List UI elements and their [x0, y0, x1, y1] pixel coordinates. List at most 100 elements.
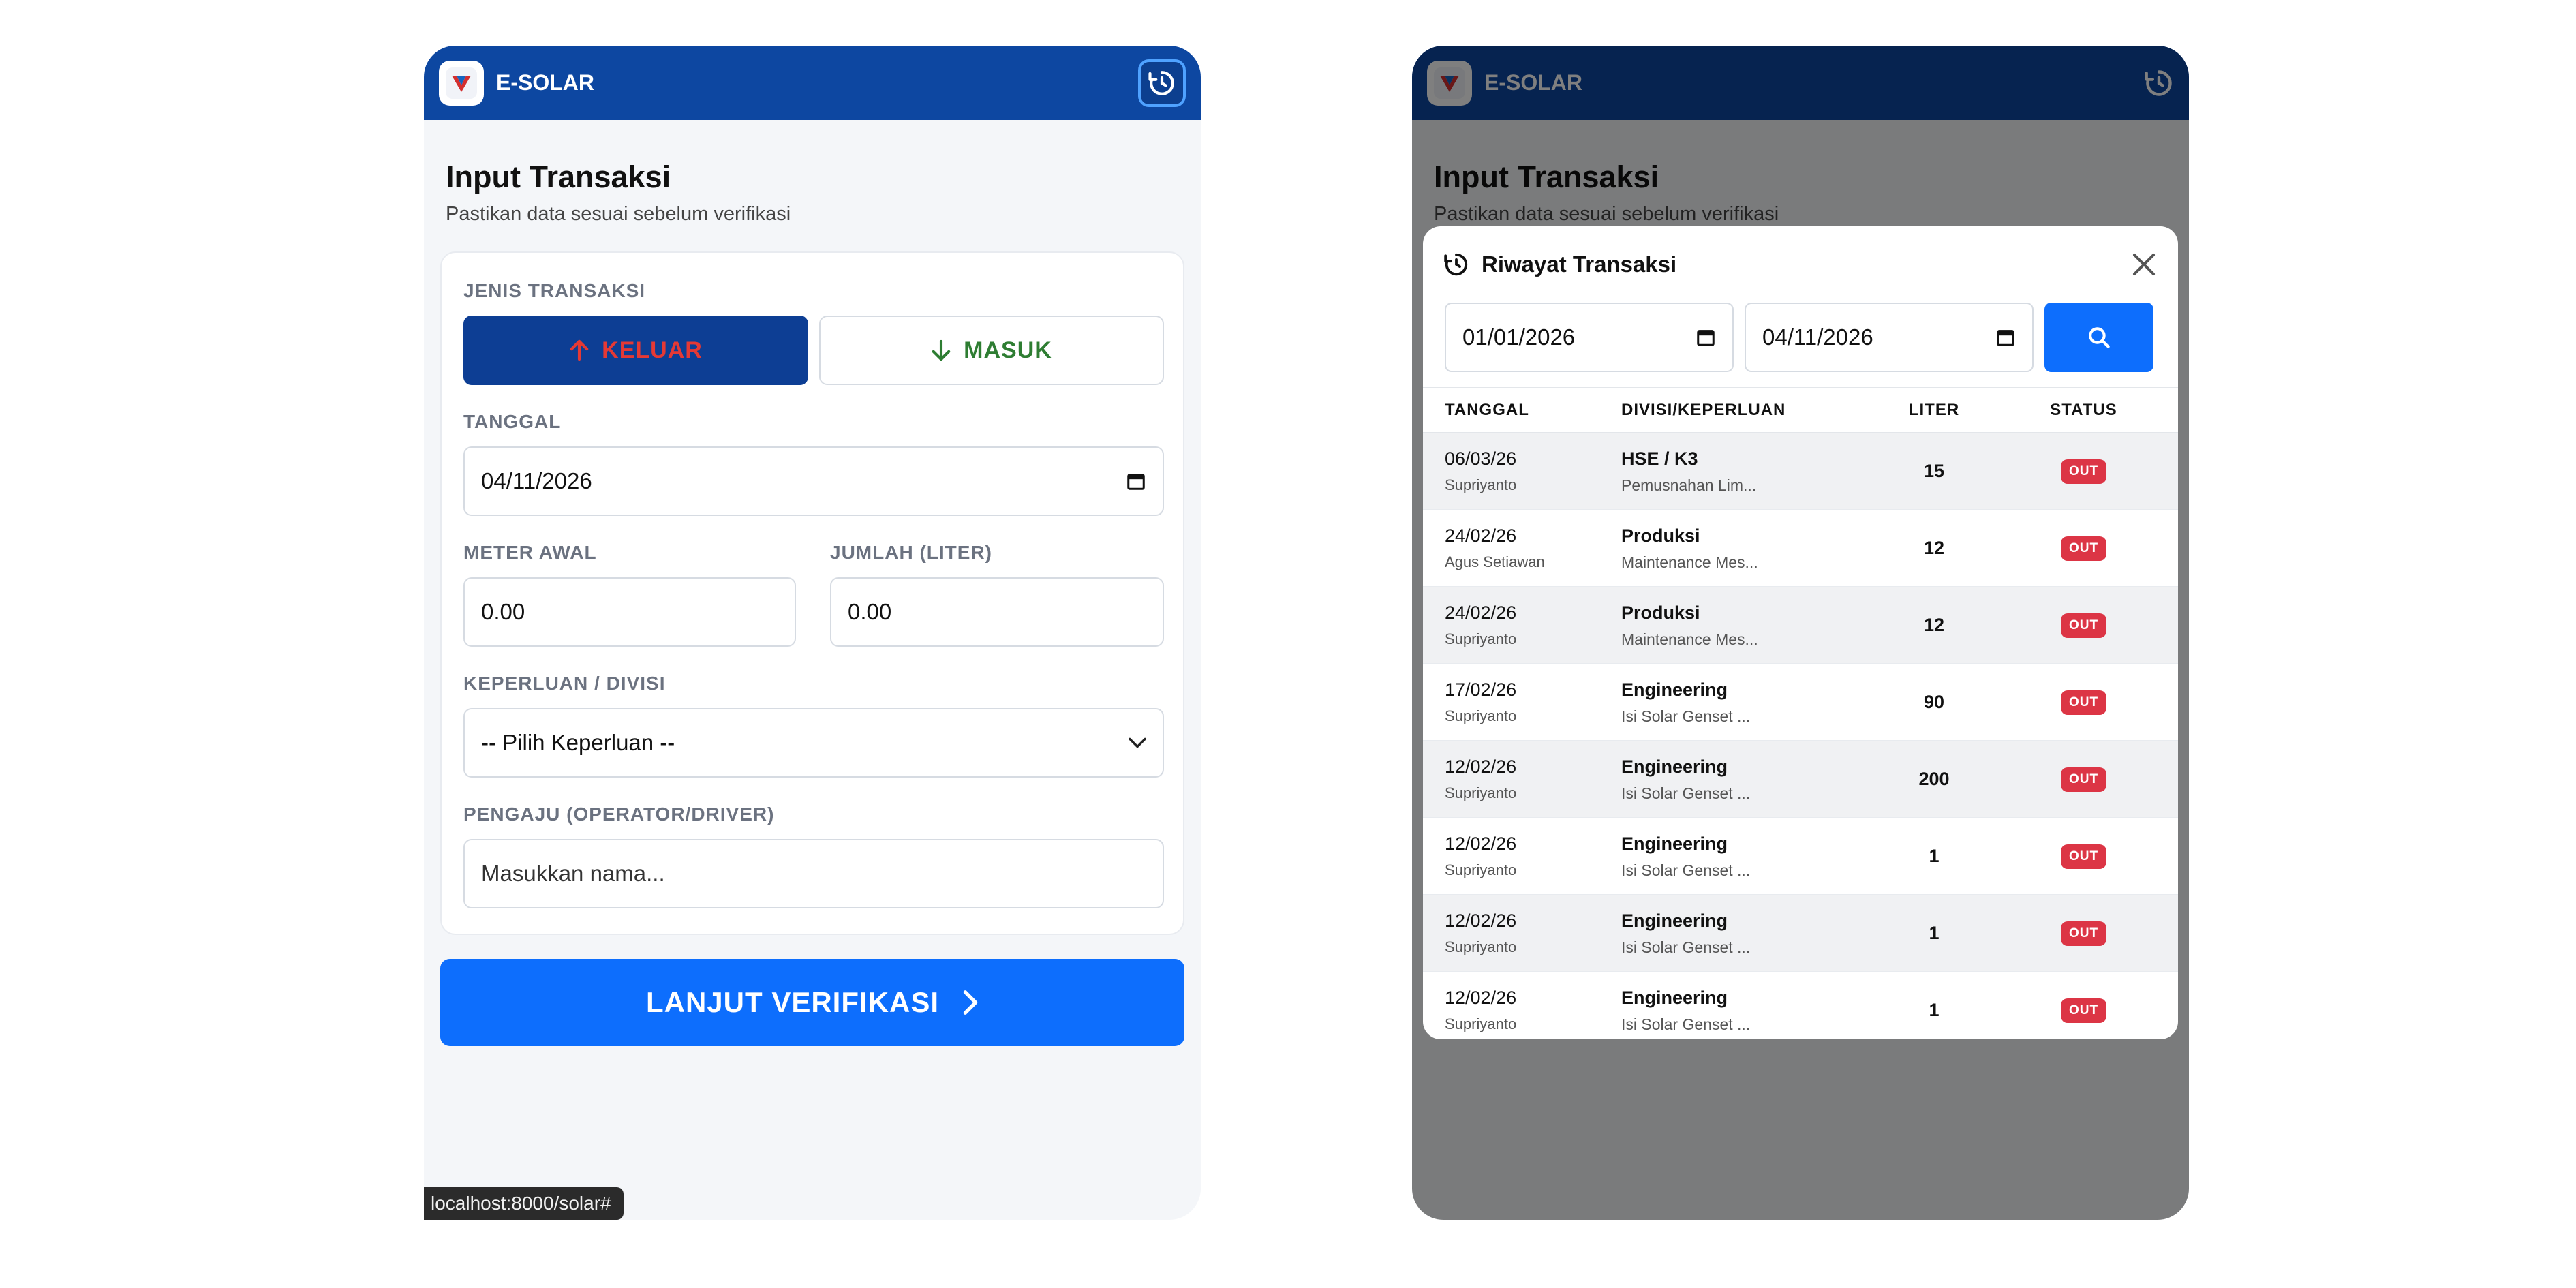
cell-division: HSE / K3 Pemusnahan Lim... [1621, 433, 1879, 510]
row-division: Engineering [1621, 910, 1728, 931]
chevron-down-icon [1129, 737, 1146, 748]
row-date: 12/02/26 [1445, 987, 1517, 1008]
row-purpose: Isi Solar Genset ... [1621, 938, 1751, 956]
row-date: 24/02/26 [1445, 525, 1517, 546]
row-division: HSE / K3 [1621, 448, 1698, 469]
row-division: Engineering [1621, 679, 1728, 700]
cell-date: 24/02/26 Supriyanto [1423, 587, 1621, 664]
amount-input[interactable]: 0.00 [830, 577, 1164, 647]
cell-liter: 90 [1879, 664, 1989, 741]
chevron-right-icon [963, 990, 978, 1015]
row-liter: 1 [1929, 846, 1939, 866]
search-button[interactable] [2044, 303, 2153, 372]
row-person: Supriyanto [1445, 707, 1517, 724]
page-subtitle: Pastikan data sesuai sebelum verifikasi [446, 203, 791, 225]
status-badge: OUT [2060, 998, 2107, 1023]
row-person: Supriyanto [1445, 630, 1517, 647]
table-row[interactable]: 12/02/26 Supriyanto Engineering Isi Solar G… [1423, 895, 2178, 972]
date-label: TANGGAL [463, 411, 562, 432]
cell-liter: 200 [1879, 741, 1989, 818]
column-header-liter: LITER [1879, 387, 1989, 433]
row-division: Produksi [1621, 602, 1700, 623]
row-division: Produksi [1621, 525, 1700, 546]
purpose-select[interactable]: -- Pilih Keperluan -- [463, 708, 1164, 778]
row-liter: 1 [1929, 1000, 1939, 1020]
row-purpose: Maintenance Mes... [1621, 630, 1758, 648]
type-out-button[interactable]: KELUAR [463, 316, 808, 385]
cell-status: OUT [1989, 510, 2178, 587]
row-division: Engineering [1621, 987, 1728, 1008]
cell-date: 12/02/26 Supriyanto [1423, 972, 1621, 1039]
date-filter: 01/01/2026 04/11/2026 [1423, 303, 2178, 372]
status-badge: OUT [2060, 767, 2107, 792]
cell-division: Engineering Isi Solar Genset ... [1621, 664, 1879, 741]
column-header-division: DIVISI/KEPERLUAN [1621, 387, 1879, 433]
row-liter: 12 [1923, 538, 1945, 558]
table-row[interactable]: 24/02/26 Agus Setiawan Produksi Maintenance… [1423, 510, 2178, 587]
date-from-input[interactable]: 01/01/2026 [1445, 303, 1734, 372]
cell-liter: 12 [1879, 510, 1989, 587]
close-icon[interactable] [2130, 251, 2158, 278]
table-row[interactable]: 12/02/26 Supriyanto Engineering Isi Solar G… [1423, 972, 2178, 1039]
history-modal: Riwayat Transaksi 01/01/2026 04/11/2026 [1423, 226, 2178, 1039]
amount-label: JUMLAH (LITER) [830, 542, 992, 563]
calendar-icon[interactable] [1126, 471, 1146, 491]
row-liter: 90 [1923, 692, 1945, 712]
type-label: JENIS TRANSAKSI [463, 280, 646, 301]
history-table: TANGGAL DIVISI/KEPERLUAN LITER STATUS 06… [1423, 387, 2178, 1039]
cell-status: OUT [1989, 741, 2178, 818]
requester-placeholder: Masukkan nama... [481, 861, 665, 886]
date-input[interactable]: 04/11/2026 [463, 446, 1164, 516]
row-liter: 200 [1918, 769, 1950, 789]
table-row[interactable]: 24/02/26 Supriyanto Produksi Maintenance Me… [1423, 587, 2178, 664]
cell-date: 06/03/26 Supriyanto [1423, 433, 1621, 510]
calendar-icon[interactable] [1696, 327, 1716, 348]
app-title: E-SOLAR [496, 70, 594, 95]
cell-status: OUT [1989, 895, 2178, 972]
cell-status: OUT [1989, 818, 2178, 895]
row-liter: 1 [1929, 923, 1939, 943]
table-row[interactable]: 12/02/26 Supriyanto Engineering Isi Solar G… [1423, 741, 2178, 818]
purpose-label: KEPERLUAN / DIVISI [463, 673, 666, 694]
date-from-value: 01/01/2026 [1462, 324, 1576, 350]
continue-verify-label: LANJUT VERIFIKASI [645, 986, 940, 1018]
table-row[interactable]: 17/02/26 Supriyanto Engineering Isi Solar G… [1423, 664, 2178, 741]
history-button[interactable] [1138, 59, 1186, 107]
status-badge: OUT [2060, 844, 2107, 869]
status-badge: OUT [2060, 921, 2107, 946]
cell-division: Engineering Isi Solar Genset ... [1621, 895, 1879, 972]
row-person: Supriyanto [1445, 1015, 1517, 1032]
modal-title: Riwayat Transaksi [1482, 251, 1677, 277]
calendar-icon[interactable] [1995, 327, 2016, 348]
table-row[interactable]: 12/02/26 Supriyanto Engineering Isi Solar G… [1423, 818, 2178, 895]
type-in-button[interactable]: MASUK [819, 316, 1164, 385]
requester-input[interactable]: Masukkan nama... [463, 839, 1164, 908]
cell-date: 12/02/26 Supriyanto [1423, 741, 1621, 818]
row-purpose: Pemusnahan Lim... [1621, 476, 1757, 494]
date-to-input[interactable]: 04/11/2026 [1745, 303, 2034, 372]
cell-division: Engineering Isi Solar Genset ... [1621, 818, 1879, 895]
requester-label: PENGAJU (OPERATOR/DRIVER) [463, 803, 775, 825]
row-date: 06/03/26 [1445, 448, 1517, 469]
meter-input[interactable]: 0.00 [463, 577, 796, 647]
row-person: Supriyanto [1445, 861, 1517, 878]
brand-logo-icon [452, 75, 471, 92]
table-header-row: TANGGAL DIVISI/KEPERLUAN LITER STATUS [1423, 387, 2178, 433]
continue-verify-button[interactable]: LANJUT VERIFIKASI [440, 959, 1184, 1046]
cell-liter: 12 [1879, 587, 1989, 664]
row-date: 24/02/26 [1445, 602, 1517, 623]
cell-liter: 15 [1879, 433, 1989, 510]
arrow-down-icon [932, 339, 951, 361]
cell-liter: 1 [1879, 972, 1989, 1039]
row-person: Supriyanto [1445, 938, 1517, 955]
meter-label: METER AWAL [463, 542, 597, 563]
row-date: 17/02/26 [1445, 679, 1517, 700]
app-logo [439, 60, 484, 106]
meter-value: 0.00 [481, 599, 525, 624]
page-title: Input Transaksi [446, 159, 671, 194]
row-purpose: Isi Solar Genset ... [1621, 784, 1751, 802]
row-division: Engineering [1621, 756, 1728, 777]
table-row[interactable]: 06/03/26 Supriyanto HSE / K3 Pemusnahan Lim… [1423, 433, 2178, 510]
cell-division: Engineering Isi Solar Genset ... [1621, 741, 1879, 818]
transaction-form-card: JENIS TRANSAKSI KELUAR MASUK TANGGAL 04/… [440, 251, 1184, 935]
